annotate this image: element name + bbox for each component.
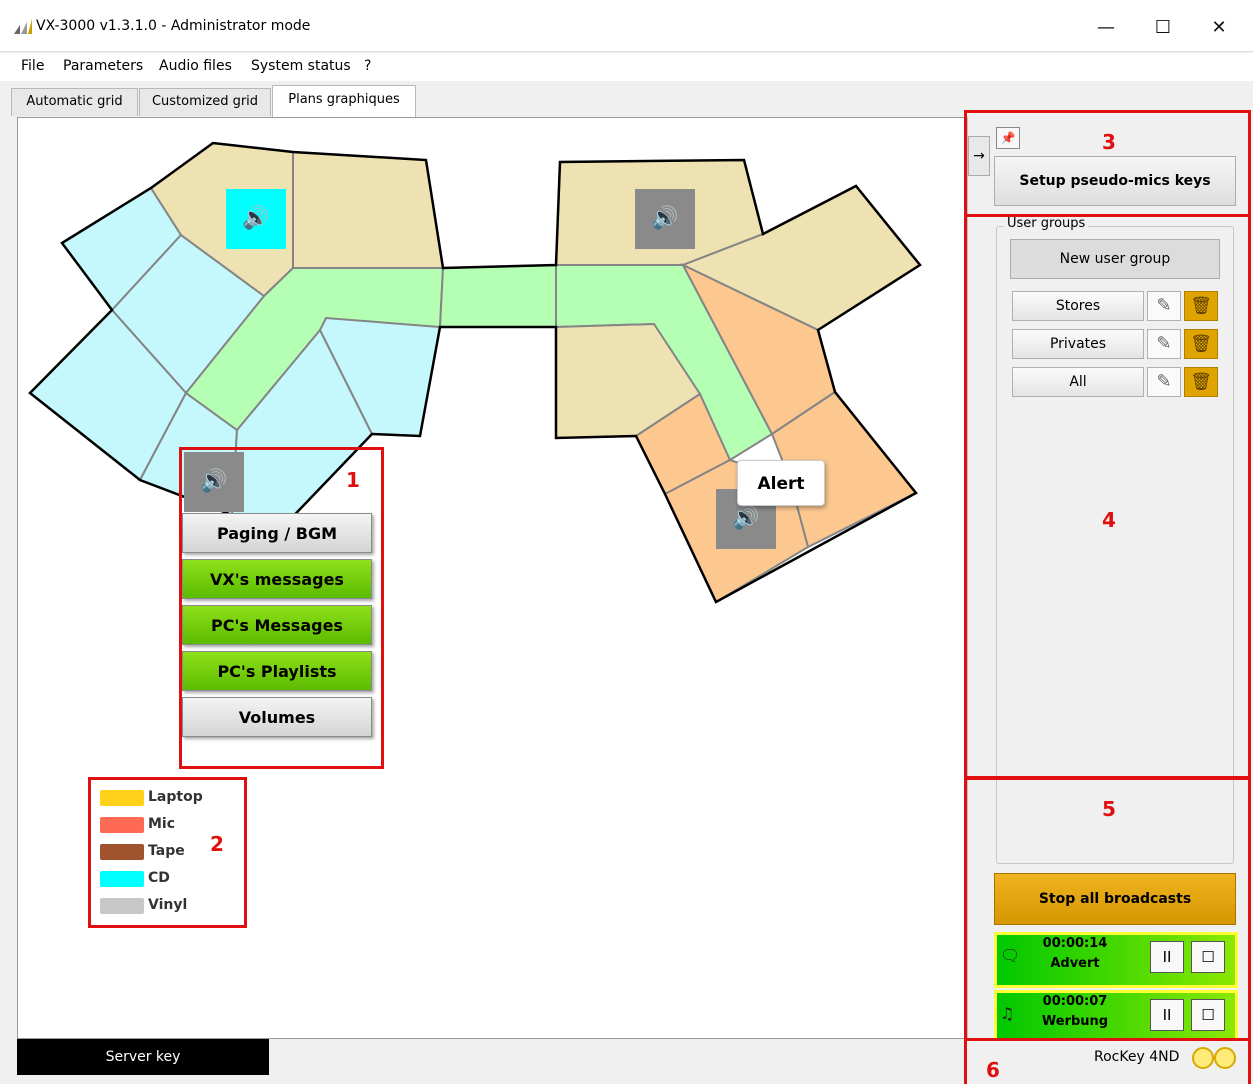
tab-customized-grid[interactable]: Customized grid [139,88,271,116]
dongle-label: RocKey 4ND [1094,1049,1180,1065]
tab-automatic-grid[interactable]: Automatic grid [11,88,138,116]
tab-plans-graphiques[interactable]: Plans graphiques [272,85,416,117]
server-key-label: Server key [17,1039,269,1075]
maximize-button[interactable]: ☐ [1140,14,1186,42]
alert-tooltip: Alert [737,460,825,506]
annotation-label-3: 3 [1102,130,1116,154]
dongle-led-icon [1214,1047,1236,1069]
minimize-button[interactable]: — [1083,14,1129,42]
window-title: VX-3000 v1.3.1.0 - Administrator mode [36,18,311,34]
menu-audio-files[interactable]: Audio files [159,58,232,74]
annotation-label-5: 5 [1102,797,1116,821]
menu-file[interactable]: File [21,58,44,74]
speaker-icon-zone-b[interactable]: 🔊 [635,189,695,249]
annotation-box-3 [964,110,1251,217]
annotation-label-1: 1 [346,468,360,492]
app-logo-icon [14,19,32,34]
close-button[interactable]: ✕ [1196,14,1242,42]
speaker-icon-active[interactable]: 🔊 [226,189,286,249]
menu-parameters[interactable]: Parameters [63,58,143,74]
annotation-label-2: 2 [210,832,224,856]
menu-help[interactable]: ? [364,58,371,74]
annotation-box-4 [964,214,1251,780]
annotation-box-6-left-edge [964,1040,967,1084]
dongle-led-icon [1192,1047,1214,1069]
annotation-label-4: 4 [1102,508,1116,532]
menu-system-status[interactable]: System status [251,58,351,74]
annotation-box-6-right-edge [1248,1040,1251,1084]
annotation-box-1 [179,447,384,769]
annotation-label-6: 6 [986,1058,1000,1082]
